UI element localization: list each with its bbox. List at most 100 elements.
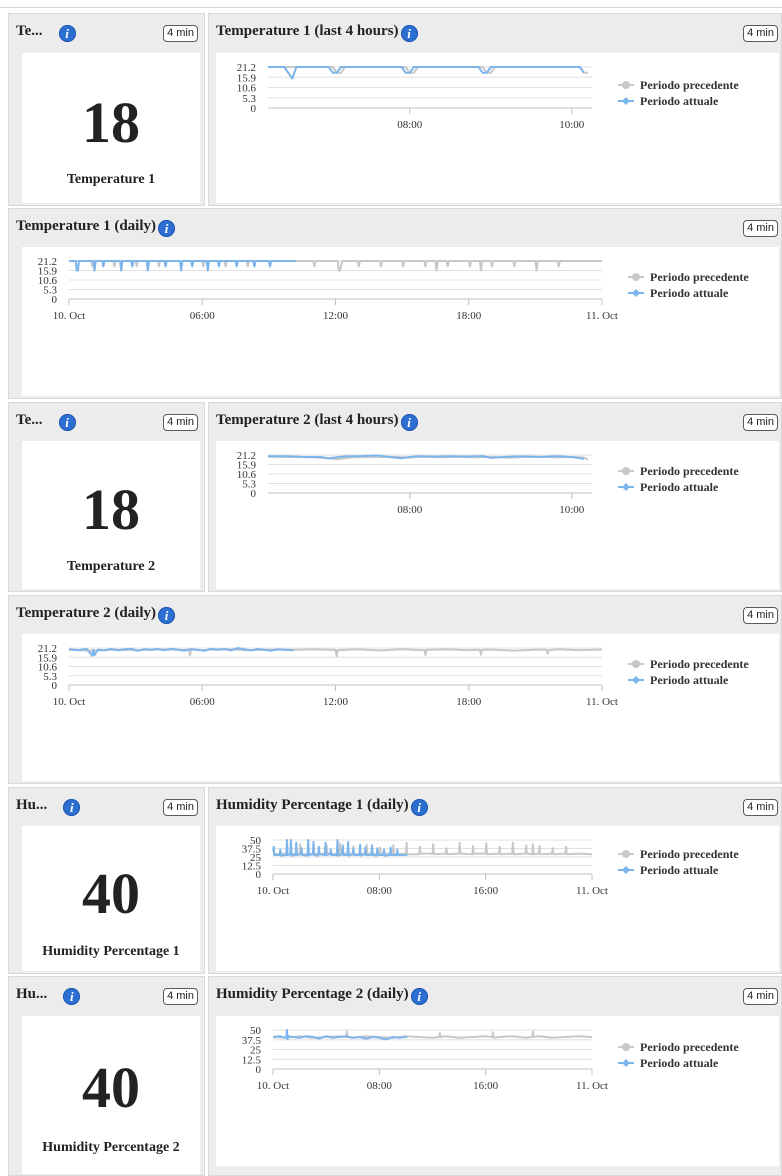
stat-label: Humidity Percentage 1 [42,944,180,959]
x-tick-label: 08:00 [397,504,423,516]
legend-label-current: Periodo attuale [640,863,719,877]
info-icon[interactable]: i [410,799,428,816]
info-icon[interactable]: i [58,25,76,42]
series-line-current [68,647,294,657]
refresh-badge[interactable]: 4 min [163,414,198,431]
stat-panel-temperature-1: Te... i 4 min 18 Temperature 1 [8,13,205,206]
chart-title: Humidity Percentage 2 (daily) [216,986,409,1002]
chart-panel-title: Temperature 2 (last 4 hours) i [216,412,418,431]
chart-title: Temperature 2 (daily) [16,605,156,621]
info-icon[interactable]: i [400,414,418,431]
info-icon[interactable]: i [158,607,175,624]
dashboard: Te... i 4 min 18 Temperature 1 Temperatur… [0,0,782,1176]
chart-title: Humidity Percentage 1 (daily) [216,797,409,813]
y-tick-label: 0 [52,294,58,306]
x-tick-label: 11. Oct [576,1080,608,1092]
chart-body: 21.2 15.9 10.6 5.3 0 08:00 10:00 Periodo preced… [216,53,779,203]
chart-panel-temperature-2-daily: Temperature 2 (daily) i 4 min 21.2 15.9 10.… [8,595,782,784]
stat-value: 40 [82,861,140,926]
x-tick-label: 16:00 [473,885,499,897]
legend-marker-current [622,97,630,105]
chart-body: 21.2 15.9 10.6 5.3 0 10. Oct 06:00 12:00 18:00 11… [22,634,779,781]
legend-marker-previous [622,850,630,858]
info-icon[interactable]: i [400,25,418,42]
stat-panel-temperature-2: Te... i 4 min 18 Temperature 2 [8,402,205,592]
stat-body: 18 Temperature 1 [22,53,200,203]
refresh-badge[interactable]: 4 min [163,25,198,42]
chart-title: Temperature 1 (last 4 hours) [216,23,399,39]
refresh-badge[interactable]: 4 min [743,220,778,237]
stat-panel-title: Hu... i [16,797,81,816]
legend-label-current: Periodo attuale [640,94,719,108]
humidity-1-daily-chart: 5037.52512.5010. Oct 08:00 16:00 11. OctPer… [242,835,740,897]
x-tick-label: 10:00 [559,119,585,131]
y-tick-label: 0 [251,488,257,500]
chart-body: 21.2 15.9 10.6 5.3 0 10. Oct 06:00 12:00 18:00 11… [22,247,779,396]
stat-title-text: Hu... [16,797,48,813]
legend-label-current: Periodo attuale [640,480,719,494]
y-tick-label: 0 [251,103,257,115]
info-icon[interactable]: i [158,220,175,237]
legend-marker-current [632,289,640,297]
refresh-badge[interactable]: 4 min [163,799,198,816]
stat-panel-title: Te... i [16,412,76,431]
y-tick-label: 0 [52,680,58,692]
legend-label-previous: Periodo precedente [640,464,739,478]
legend-marker-current [632,676,640,684]
legend-marker-previous [622,81,630,89]
stat-label: Humidity Percentage 2 [42,1140,180,1155]
chart-title: Temperature 2 (last 4 hours) [216,412,399,428]
stat-panel-humidity-2: Hu... i 4 min 40 Humidity Percentage 2 [8,976,205,1176]
series-line-current [69,260,296,272]
stat-body: 40 Humidity Percentage 1 [22,826,200,971]
legend-marker-current [622,866,630,874]
legend-label-current: Periodo attuale [650,286,729,300]
chart-panel-temperature-1-daily: Temperature 1 (daily) i 4 min 21.2 15.9 10.… [8,208,782,399]
refresh-badge[interactable]: 4 min [743,988,778,1005]
info-icon[interactable]: i [63,988,81,1005]
x-tick-label: 08:00 [367,885,393,897]
humidity-2-daily-chart: 5037.52512.5010. Oct 08:00 16:00 11. OctPer… [242,1025,740,1092]
temperature-2-4h-chart: 21.215.910.65.3008:00 10:00Periodo preced… [237,450,740,516]
chart-panel-humidity-1-daily: Humidity Percentage 1 (daily) i 4 min 50 3… [208,787,782,974]
refresh-badge[interactable]: 4 min [743,414,778,431]
chart-body: 50 37.5 25 12.5 0 10. Oct 08:00 16:00 11. Oct Per… [216,826,779,971]
x-tick-label: 11. Oct [586,310,618,322]
x-tick-label: 10:00 [559,504,585,516]
stat-title-text: Te... [16,412,43,428]
x-tick-label: 12:00 [323,310,349,322]
stat-panel-humidity-1: Hu... i 4 min 40 Humidity Percentage 1 [8,787,205,974]
refresh-badge[interactable]: 4 min [743,607,778,624]
refresh-badge[interactable]: 4 min [163,988,198,1005]
chart-panel-title: Humidity Percentage 1 (daily) i [216,797,428,816]
chart-panel-title: Temperature 1 (last 4 hours) i [216,23,418,42]
stat-label: Temperature 1 [66,172,156,187]
chart-panel-title: Humidity Percentage 2 (daily) i [216,986,428,1005]
chart-panel-humidity-2-daily: Humidity Percentage 2 (daily) i 4 min 50 3… [208,976,782,1176]
series-line-current [272,1029,408,1041]
refresh-badge[interactable]: 4 min [743,799,778,816]
x-tick-label: 06:00 [190,310,216,322]
stat-value: 18 [82,90,140,155]
x-tick-label: 16:00 [473,1080,499,1092]
x-tick-label: 06:00 [190,696,216,708]
info-icon[interactable]: i [58,414,76,431]
legend-label-current: Periodo attuale [650,673,729,687]
series-line-previous [272,1030,593,1039]
legend-label-previous: Periodo precedente [650,657,749,671]
info-icon[interactable]: i [410,988,428,1005]
stat-title-text: Te... [16,23,43,39]
stat-value: 40 [82,1055,140,1120]
top-border [0,0,782,8]
chart-title: Temperature 1 (daily) [16,218,156,234]
legend-marker-previous [622,467,630,475]
legend-label-current: Periodo attuale [640,1056,719,1070]
stat-title-text: Hu... [16,986,48,1002]
info-icon[interactable]: i [63,799,81,816]
chart-panel-temperature-1-4h: Temperature 1 (last 4 hours) i 4 min 21.2… [208,13,782,206]
x-tick-label: 10. Oct [53,696,85,708]
stat-label: Temperature 2 [66,559,156,574]
refresh-badge[interactable]: 4 min [743,25,778,42]
x-tick-label: 11. Oct [586,696,618,708]
legend-marker-previous [622,1043,630,1051]
